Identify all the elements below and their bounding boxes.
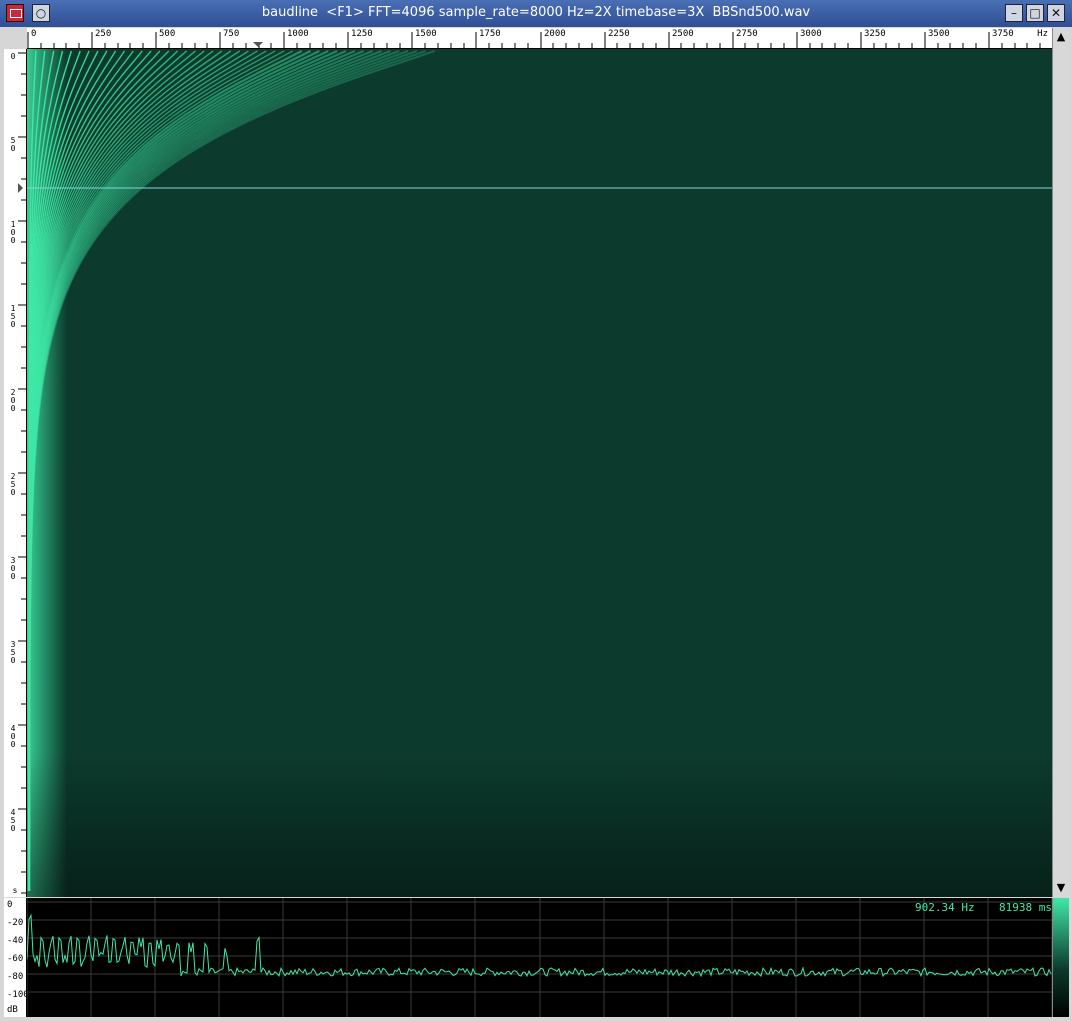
frequency-ruler[interactable]: 0 250 500 750 1000 1250 1500 1750 2000 2250 2500 27…: [27, 28, 1052, 49]
close-button[interactable]: ✕: [1047, 4, 1065, 22]
frequency-tick-label: 1750: [479, 29, 501, 39]
frequency-tick-label: 1000: [287, 29, 309, 39]
time-tick-label: 4 0 0: [10, 724, 16, 749]
spectrogram-display[interactable]: [27, 49, 1052, 897]
maximize-button[interactable]: □: [1026, 4, 1044, 22]
time-tick-label: 1 0 0: [10, 220, 16, 245]
db-scale: 0 -20 -40 -60 -80 -100 dB: [4, 898, 29, 1017]
vertical-scrollbar[interactable]: ▲ ▼: [1052, 28, 1069, 897]
color-scale-bar: [1052, 898, 1069, 1017]
time-tick-label: 0: [10, 52, 16, 61]
time-tick-label: 2 5 0: [10, 472, 16, 497]
db-tick-label: -20: [7, 918, 24, 928]
frequency-tick-label: 3000: [800, 29, 822, 39]
frequency-readout: 902.34 Hz: [915, 901, 975, 914]
frequency-tick-label: 3750: [992, 29, 1014, 39]
frequency-cursor-marker: [253, 42, 263, 47]
db-tick-label: 0: [7, 900, 13, 910]
frequency-unit-label: Hz: [1037, 29, 1048, 39]
db-tick-label: -80: [7, 972, 24, 982]
title-bar: ○ baudline <F1> FFT=4096 sample_rate=800…: [0, 0, 1072, 27]
time-tick-label: 1 5 0: [10, 304, 16, 329]
frequency-tick-label: 1500: [415, 29, 437, 39]
spectrum-display[interactable]: 902.34 Hz 81938 ms: [27, 898, 1052, 1017]
db-tick-label: -60: [7, 954, 24, 964]
bottom-shade: [27, 749, 1052, 897]
frequency-tick-label: 250: [95, 29, 112, 39]
frequency-tick-label: 3500: [928, 29, 950, 39]
db-unit-label: dB: [7, 1005, 18, 1015]
minimize-button[interactable]: –: [1005, 4, 1023, 22]
frequency-tick-label: 1250: [351, 29, 373, 39]
time-cursor-marker: [18, 183, 23, 193]
frequency-tick-label: 2750: [736, 29, 758, 39]
time-tick-label: 3 5 0: [10, 640, 16, 665]
frequency-tick-label: 0: [31, 29, 37, 39]
spectrum-plot: [27, 898, 1052, 1017]
db-tick-label: -40: [7, 936, 24, 946]
time-ruler[interactable]: 0 5 0 1 0 0 1 5 0 2 0 0 2 5 0 3 0 0 3 5 0 4 0 0 4…: [4, 49, 27, 897]
time-tick-label: 2 0 0: [10, 388, 16, 413]
frequency-tick-label: 2250: [608, 29, 630, 39]
spectrogram-plot: [27, 49, 1052, 897]
frequency-tick-label: 2500: [672, 29, 694, 39]
time-tick-label: 3 0 0: [10, 556, 16, 581]
frequency-tick-label: 2000: [544, 29, 566, 39]
time-readout: 81938 ms: [999, 901, 1052, 914]
frequency-tick-label: 500: [159, 29, 176, 39]
time-tick-label: 5 0: [10, 136, 16, 153]
frequency-tick-label: 3250: [864, 29, 886, 39]
scroll-down-arrow[interactable]: ▼: [1054, 881, 1068, 895]
time-tick-label: 4 5 0: [10, 808, 16, 833]
scroll-up-arrow[interactable]: ▲: [1054, 30, 1068, 44]
spectrum-trace: [27, 913, 1052, 978]
time-unit-label: s: [12, 886, 18, 895]
frequency-ruler-ticks: [27, 32, 1041, 48]
db-tick-label: -100: [7, 990, 29, 1000]
window-title: baudline <F1> FFT=4096 sample_rate=8000 …: [261, 5, 811, 20]
frequency-tick-label: 750: [223, 29, 240, 39]
